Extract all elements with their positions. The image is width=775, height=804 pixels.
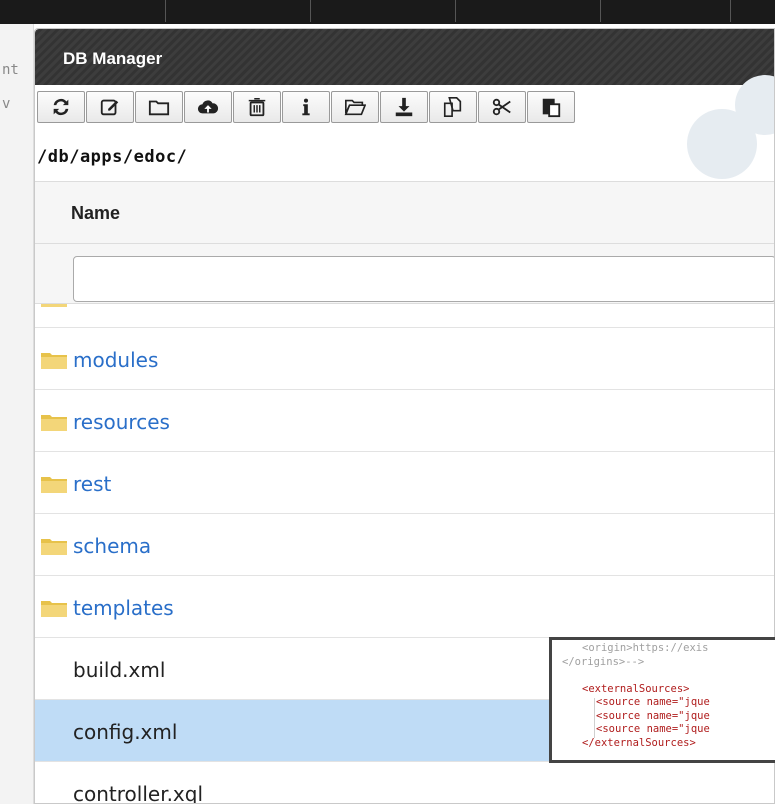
tab-divider — [455, 0, 456, 22]
tab-divider — [600, 0, 601, 22]
dialog-titlebar[interactable]: DB Manager — [35, 29, 774, 85]
row-name: config.xml — [73, 720, 178, 744]
table-row[interactable]: schema — [35, 514, 774, 576]
paste-button[interactable] — [527, 91, 575, 123]
tab-divider — [165, 0, 166, 22]
table-row[interactable]: rest — [35, 452, 774, 514]
refresh-icon — [53, 98, 69, 116]
gutter-text: v — [2, 96, 11, 112]
tab-divider — [730, 0, 731, 22]
row-name: modules — [73, 348, 159, 372]
name-filter-input[interactable] — [73, 256, 774, 302]
folder-icon — [41, 415, 67, 431]
filter-row — [35, 244, 774, 304]
info-icon — [302, 98, 310, 116]
preview-line: <source name="jque — [596, 696, 710, 708]
table-row[interactable]: resources — [35, 390, 774, 452]
edit-button[interactable] — [86, 91, 134, 123]
preview-code: <origin>https://exis </origins>--> <exte… — [552, 640, 775, 750]
row-name: controller.xql — [73, 782, 204, 804]
cut-icon — [492, 98, 511, 116]
background-editor-tabbar — [0, 0, 775, 24]
folder-icon — [41, 353, 67, 369]
preview-line: <source name="jque — [596, 723, 710, 735]
preview-line: <origin>https://exis — [582, 642, 709, 654]
row-name: schema — [73, 534, 152, 558]
new-collection-button[interactable] — [135, 91, 183, 123]
table-row[interactable]: controller.xql — [35, 762, 774, 804]
folder-icon — [41, 601, 67, 617]
open-icon — [344, 99, 366, 116]
tab-divider — [310, 0, 311, 22]
folder-icon — [41, 477, 67, 493]
folder-icon — [41, 539, 67, 555]
preview-line: <source name="jque — [596, 709, 710, 722]
folder-icon — [41, 304, 67, 307]
copy-icon — [443, 97, 462, 117]
column-header-name[interactable]: Name — [71, 203, 120, 224]
table-row[interactable]: modules — [35, 328, 774, 390]
dialog-title: DB Manager — [63, 49, 163, 68]
upload-icon — [197, 100, 219, 114]
preview-line: <externalSources> — [582, 682, 690, 695]
file-preview-popup: <origin>https://exis </origins>--> <exte… — [549, 637, 775, 763]
new-collection-icon — [148, 100, 170, 116]
refresh-button[interactable] — [37, 91, 85, 123]
row-name: resources — [73, 410, 170, 434]
toolbar — [37, 91, 576, 123]
open-button[interactable] — [331, 91, 379, 123]
row-name: templates — [73, 596, 174, 620]
indent-guide — [594, 698, 595, 738]
table-row[interactable]: include — [35, 304, 774, 328]
paste-icon — [542, 98, 561, 118]
grid-header: Name — [35, 182, 774, 244]
background-editor-gutter: nt v — [0, 24, 34, 804]
preview-line: </externalSources> — [582, 736, 696, 749]
row-name: build.xml — [73, 658, 166, 682]
preview-line: </origins>--> — [562, 655, 645, 668]
delete-icon — [248, 98, 266, 117]
info-button[interactable] — [282, 91, 330, 123]
copy-button[interactable] — [429, 91, 477, 123]
upload-button[interactable] — [184, 91, 232, 123]
row-name: rest — [73, 472, 112, 496]
collection-path: /db/apps/edoc/ — [37, 147, 188, 167]
download-button[interactable] — [380, 91, 428, 123]
delete-button[interactable] — [233, 91, 281, 123]
cut-button[interactable] — [478, 91, 526, 123]
gutter-text: nt — [2, 62, 19, 78]
table-row[interactable]: templates — [35, 576, 774, 638]
edit-icon — [100, 99, 119, 116]
download-icon — [395, 97, 413, 117]
